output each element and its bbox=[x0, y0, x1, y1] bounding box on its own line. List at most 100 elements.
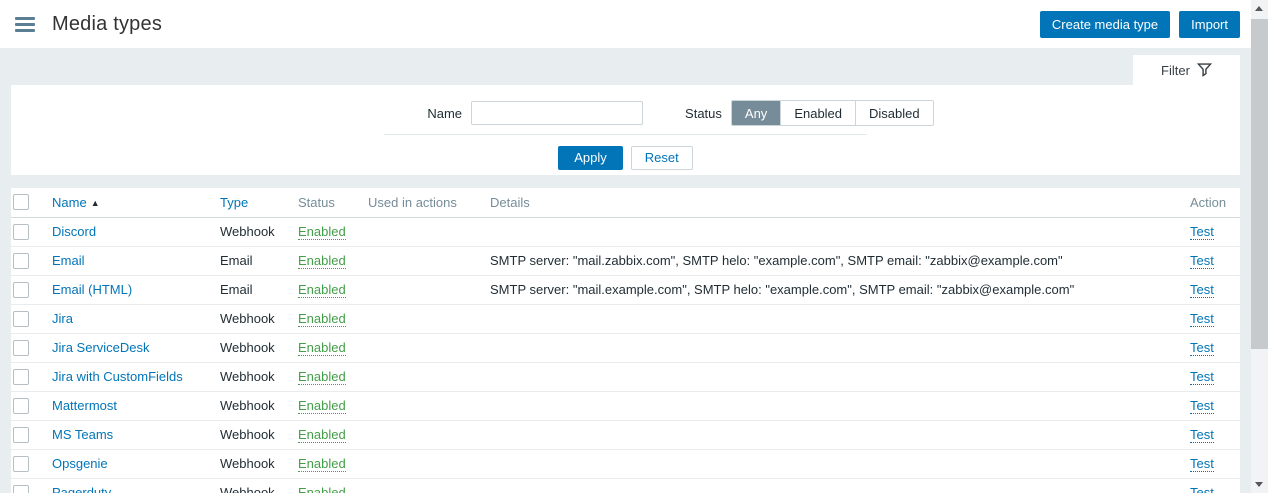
action-cell: Test bbox=[1185, 420, 1240, 449]
status-toggle-link[interactable]: Enabled bbox=[298, 311, 346, 327]
media-type-link[interactable]: Jira with CustomFields bbox=[52, 369, 183, 384]
row-checkbox[interactable] bbox=[13, 311, 29, 327]
table-row: PagerdutyWebhookEnabledTest bbox=[11, 478, 1240, 493]
page-viewport: Media types Create media type Import Fil… bbox=[0, 0, 1251, 493]
used-in-actions-cell bbox=[363, 420, 485, 449]
media-table-body: Discord Webhook Enabled Test Email Email Enabl… bbox=[11, 217, 1240, 493]
column-header-name[interactable]: Name bbox=[52, 195, 87, 210]
details-cell bbox=[485, 304, 1185, 333]
row-checkbox[interactable] bbox=[13, 253, 29, 269]
status-toggle-link[interactable]: Enabled bbox=[298, 224, 346, 240]
filter-tab[interactable]: Filter bbox=[1133, 55, 1240, 86]
test-link[interactable]: Test bbox=[1190, 369, 1214, 385]
used-in-actions-cell bbox=[363, 449, 485, 478]
row-checkbox-cell bbox=[11, 449, 47, 478]
action-cell: Test bbox=[1185, 333, 1240, 362]
details-cell bbox=[485, 362, 1185, 391]
status-toggle-link[interactable]: Enabled bbox=[298, 340, 346, 356]
row-checkbox[interactable] bbox=[13, 485, 29, 493]
media-type-link[interactable]: Email (HTML) bbox=[52, 282, 132, 297]
media-type-link[interactable]: Jira ServiceDesk bbox=[52, 340, 150, 355]
used-in-actions-cell bbox=[363, 391, 485, 420]
type-cell: Webhook bbox=[215, 391, 293, 420]
column-header-type[interactable]: Type bbox=[220, 195, 248, 210]
name-input[interactable] bbox=[471, 101, 643, 125]
name-cell: Pagerduty bbox=[47, 478, 215, 493]
table-row: Mattermost Webhook Enabled Test bbox=[11, 391, 1240, 420]
scrollbar-thumb[interactable] bbox=[1251, 19, 1268, 349]
test-link[interactable]: Test bbox=[1190, 398, 1214, 414]
status-toggle-link[interactable]: Enabled bbox=[298, 456, 346, 472]
table-header-row: Name▲ Type Status Used in actions Detail… bbox=[11, 188, 1240, 217]
name-cell: Discord bbox=[47, 217, 215, 246]
status-toggle-link[interactable]: Enabled bbox=[298, 282, 346, 298]
type-cell: Webhook bbox=[215, 333, 293, 362]
name-cell: Jira bbox=[47, 304, 215, 333]
name-label: Name bbox=[427, 106, 462, 121]
test-link[interactable]: Test bbox=[1190, 340, 1214, 356]
scroll-up-button[interactable] bbox=[1251, 0, 1268, 17]
filter-section: Filter Name Status AnyEnabledDisabled Ap… bbox=[0, 48, 1251, 188]
filter-divider bbox=[384, 134, 867, 135]
details-cell bbox=[485, 420, 1185, 449]
test-link[interactable]: Test bbox=[1190, 253, 1214, 269]
row-checkbox[interactable] bbox=[13, 456, 29, 472]
status-cell: Enabled bbox=[293, 246, 363, 275]
filter-tab-label: Filter bbox=[1161, 63, 1190, 78]
action-cell: Test bbox=[1185, 275, 1240, 304]
status-cell: Enabled bbox=[293, 362, 363, 391]
scroll-down-button[interactable] bbox=[1251, 476, 1268, 493]
media-types-table: Name▲ Type Status Used in actions Detail… bbox=[11, 188, 1240, 493]
test-link[interactable]: Test bbox=[1190, 224, 1214, 240]
top-header-bar: Media types Create media type Import bbox=[0, 0, 1251, 48]
status-toggle-link[interactable]: Enabled bbox=[298, 485, 346, 493]
type-cell: Webhook bbox=[215, 449, 293, 478]
vertical-scrollbar[interactable] bbox=[1251, 0, 1268, 493]
status-option-enabled[interactable]: Enabled bbox=[780, 101, 855, 125]
media-type-link[interactable]: Mattermost bbox=[52, 398, 117, 413]
sort-asc-icon: ▲ bbox=[91, 198, 100, 208]
apply-button[interactable]: Apply bbox=[558, 146, 623, 170]
reset-button[interactable]: Reset bbox=[631, 146, 693, 170]
test-link[interactable]: Test bbox=[1190, 311, 1214, 327]
media-type-link[interactable]: MS Teams bbox=[52, 427, 113, 442]
used-in-actions-cell bbox=[363, 217, 485, 246]
status-toggle-link[interactable]: Enabled bbox=[298, 369, 346, 385]
media-type-link[interactable]: Opsgenie bbox=[52, 456, 108, 471]
row-checkbox[interactable] bbox=[13, 427, 29, 443]
status-option-disabled[interactable]: Disabled bbox=[855, 101, 933, 125]
create-media-type-button[interactable]: Create media type bbox=[1040, 11, 1170, 38]
test-link[interactable]: Test bbox=[1190, 282, 1214, 298]
media-type-link[interactable]: Jira bbox=[52, 311, 73, 326]
used-in-actions-cell bbox=[363, 275, 485, 304]
import-button[interactable]: Import bbox=[1179, 11, 1240, 38]
row-checkbox[interactable] bbox=[13, 282, 29, 298]
type-cell: Email bbox=[215, 275, 293, 304]
hamburger-menu-icon[interactable] bbox=[15, 17, 35, 32]
used-in-actions-cell bbox=[363, 333, 485, 362]
status-toggle-link[interactable]: Enabled bbox=[298, 398, 346, 414]
name-cell: Email bbox=[47, 246, 215, 275]
row-checkbox[interactable] bbox=[13, 224, 29, 240]
status-toggle-link[interactable]: Enabled bbox=[298, 253, 346, 269]
status-segmented-control: AnyEnabledDisabled bbox=[731, 100, 934, 126]
row-checkbox-cell bbox=[11, 478, 47, 493]
test-link[interactable]: Test bbox=[1190, 427, 1214, 443]
column-header-used-in-actions: Used in actions bbox=[363, 188, 485, 217]
status-toggle-link[interactable]: Enabled bbox=[298, 427, 346, 443]
media-type-link[interactable]: Pagerduty bbox=[52, 485, 111, 493]
column-header-action: Action bbox=[1185, 188, 1240, 217]
select-all-checkbox[interactable] bbox=[13, 194, 29, 210]
media-type-link[interactable]: Discord bbox=[52, 224, 96, 239]
action-cell: Test bbox=[1185, 391, 1240, 420]
test-link[interactable]: Test bbox=[1190, 456, 1214, 472]
media-type-link[interactable]: Email bbox=[52, 253, 85, 268]
row-checkbox-cell bbox=[11, 217, 47, 246]
test-link[interactable]: Test bbox=[1190, 485, 1214, 493]
row-checkbox[interactable] bbox=[13, 369, 29, 385]
table-row: EmailEmailEnabledSMTP server: "mail.zabb… bbox=[11, 246, 1240, 275]
type-cell: Webhook bbox=[215, 362, 293, 391]
row-checkbox[interactable] bbox=[13, 340, 29, 356]
row-checkbox[interactable] bbox=[13, 398, 29, 414]
status-option-any[interactable]: Any bbox=[732, 101, 780, 125]
